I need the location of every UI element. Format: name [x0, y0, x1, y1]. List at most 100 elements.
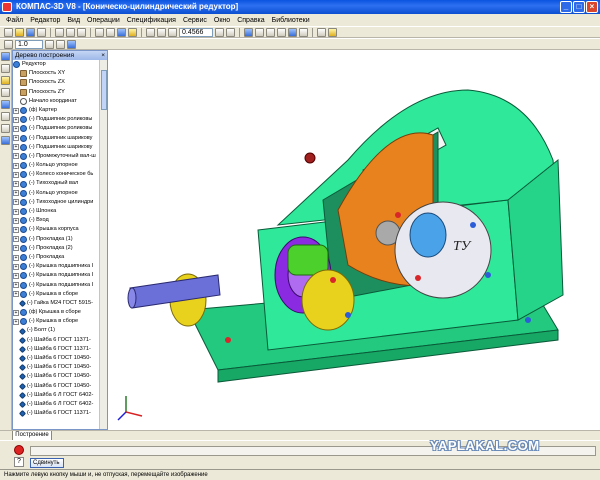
redo-icon[interactable] — [106, 27, 115, 37]
tree-item[interactable]: (-) Шайба 6 Л ГОСТ 6402- — [13, 400, 99, 409]
scale-input[interactable]: 1.0 — [15, 39, 43, 49]
expand-toggle-icon[interactable]: + — [13, 217, 19, 224]
expand-toggle-icon[interactable]: + — [13, 263, 19, 270]
tree-item[interactable]: + (-) Кольцо упорное — [13, 189, 99, 198]
orientation-icon[interactable] — [244, 27, 253, 37]
tree-item[interactable]: + (ф) Крышка в сборе — [13, 308, 99, 317]
tree-item[interactable]: + (-) Подшипник роликовы — [13, 124, 99, 133]
close-button[interactable]: × — [586, 1, 598, 13]
properties-icon[interactable] — [117, 27, 126, 37]
tree-item[interactable]: Плоскость XY — [13, 69, 99, 78]
tree-item[interactable]: + (-) Крышка в сборе — [13, 290, 99, 299]
perspective-icon[interactable] — [299, 27, 308, 37]
tree-item[interactable]: + (-) Колесо коническое бь — [13, 170, 99, 179]
tree-item[interactable]: (-) Шайба 6 ГОСТ 11371- — [13, 409, 99, 418]
edit-icon[interactable] — [56, 39, 65, 49]
light-icon[interactable] — [328, 27, 337, 37]
expand-toggle-icon[interactable]: + — [13, 226, 19, 233]
tree-item[interactable]: Плоскость ZX — [13, 78, 99, 87]
expand-toggle-icon[interactable]: + — [13, 181, 19, 188]
paste-icon[interactable] — [77, 27, 86, 37]
tree-item[interactable]: + (-) Прокладка (1) — [13, 235, 99, 244]
expand-toggle-icon[interactable]: + — [13, 144, 19, 151]
section-icon[interactable] — [317, 27, 326, 37]
undo-icon[interactable] — [95, 27, 104, 37]
tree-root[interactable]: Редуктор — [13, 60, 99, 69]
expand-toggle-icon[interactable]: + — [13, 171, 19, 178]
tree-item[interactable]: + (-) Крышка в сборе — [13, 317, 99, 326]
tree-item[interactable]: (-) Шайба 6 ГОСТ 10450- — [13, 382, 99, 391]
copy-icon[interactable] — [66, 27, 75, 37]
expand-toggle-icon[interactable]: + — [13, 245, 19, 252]
expand-toggle-icon[interactable]: + — [13, 162, 19, 169]
grid-icon[interactable] — [67, 39, 76, 49]
tree-item[interactable]: Плоскость ZY — [13, 88, 99, 97]
help-icon[interactable]: ? — [14, 457, 24, 467]
tree-item[interactable]: + (-) Крышка подшипника I — [13, 281, 99, 290]
tree-item[interactable]: + (ф) Картер — [13, 106, 99, 115]
minimize-button[interactable]: _ — [560, 1, 572, 13]
menu-editor[interactable]: Редактор — [30, 17, 60, 24]
tree-item[interactable]: + (-) Крышка подшипника I — [13, 262, 99, 271]
tree-item[interactable]: (-) Шайба 6 ГОСТ 11371- — [13, 336, 99, 345]
select-icon[interactable] — [1, 112, 10, 121]
tree-item[interactable]: (-) Шайба 6 ГОСТ 10450- — [13, 354, 99, 363]
move-button[interactable]: Сдвинуть — [30, 458, 64, 468]
menu-operations[interactable]: Операции — [87, 17, 120, 24]
measure-icon[interactable] — [1, 100, 10, 109]
spec-icon[interactable] — [1, 124, 10, 133]
scale-dropdown-icon[interactable] — [45, 39, 54, 49]
expand-toggle-icon[interactable]: + — [13, 318, 19, 325]
menu-libraries[interactable]: Библиотеки — [272, 17, 310, 24]
expand-toggle-icon[interactable]: + — [13, 282, 19, 289]
zoom-window-icon[interactable] — [157, 27, 166, 37]
tree-item[interactable]: Начало координат — [13, 97, 99, 106]
tree-item[interactable]: + (-) Прокладка — [13, 253, 99, 262]
zoom-in-icon[interactable] — [146, 27, 155, 37]
save-icon[interactable] — [26, 27, 35, 37]
maximize-button[interactable]: □ — [573, 1, 585, 13]
tree-item[interactable]: + (-) Промежуточный вал-ш — [13, 152, 99, 161]
cut-icon[interactable] — [55, 27, 64, 37]
tree-item[interactable]: + (-) Подшипник шарикову — [13, 143, 99, 152]
tree-item[interactable]: + (-) Прокладка (2) — [13, 244, 99, 253]
expand-toggle-icon[interactable]: + — [13, 153, 19, 160]
zoom-input[interactable]: 0.4566 — [179, 27, 213, 37]
tree-item[interactable]: + (-) Крышка подшипника I — [13, 271, 99, 280]
expand-toggle-icon[interactable]: + — [13, 291, 19, 298]
help-icon[interactable] — [128, 27, 137, 37]
expand-toggle-icon[interactable]: + — [13, 199, 19, 206]
new-file-icon[interactable] — [4, 27, 13, 37]
wireframe-icon[interactable] — [255, 27, 264, 37]
menu-specification[interactable]: Спецификация — [127, 17, 176, 24]
pan-icon[interactable] — [215, 27, 224, 37]
tree-item[interactable]: + (-) Тихоходный вал — [13, 179, 99, 188]
expand-toggle-icon[interactable]: + — [13, 135, 19, 142]
tree-item[interactable]: (-) Шайба 6 ГОСТ 10450- — [13, 372, 99, 381]
tree-item[interactable]: (-) Шайба 6 ГОСТ 10450- — [13, 363, 99, 372]
expand-toggle-icon[interactable]: + — [13, 309, 19, 316]
edit-assembly-icon[interactable] — [1, 52, 10, 61]
tree-item[interactable]: + (-) Шпонка — [13, 207, 99, 216]
menu-file[interactable]: Файл — [6, 17, 23, 24]
tree-item[interactable]: (-) Шайба 6 ГОСТ 11371- — [13, 345, 99, 354]
menu-window[interactable]: Окно — [214, 17, 230, 24]
gearbox-model[interactable]: ТУ — [108, 50, 600, 430]
report-icon[interactable] — [1, 136, 10, 145]
tree-item[interactable]: (-) Гайка М24 ГОСТ 5915- — [13, 299, 99, 308]
3d-viewport[interactable]: ТУ — [108, 50, 600, 430]
tree-item[interactable]: + (-) Подшипник роликовы — [13, 115, 99, 124]
tree-item[interactable]: + (-) Крышка корпуса — [13, 225, 99, 234]
menu-view[interactable]: Вид — [67, 17, 80, 24]
tree-scrollbar[interactable] — [99, 60, 107, 429]
shaded-icon[interactable] — [277, 27, 286, 37]
expand-toggle-icon[interactable]: + — [13, 107, 19, 114]
expand-toggle-icon[interactable]: + — [13, 208, 19, 215]
menu-service[interactable]: Сервис — [183, 17, 207, 24]
expand-toggle-icon[interactable]: + — [13, 190, 19, 197]
sketch-icon[interactable] — [1, 76, 10, 85]
expand-toggle-icon[interactable]: + — [13, 116, 19, 123]
expand-toggle-icon[interactable]: + — [13, 125, 19, 132]
tree-item[interactable]: (-) Болт (1) — [13, 326, 99, 335]
shaded-edges-icon[interactable] — [288, 27, 297, 37]
